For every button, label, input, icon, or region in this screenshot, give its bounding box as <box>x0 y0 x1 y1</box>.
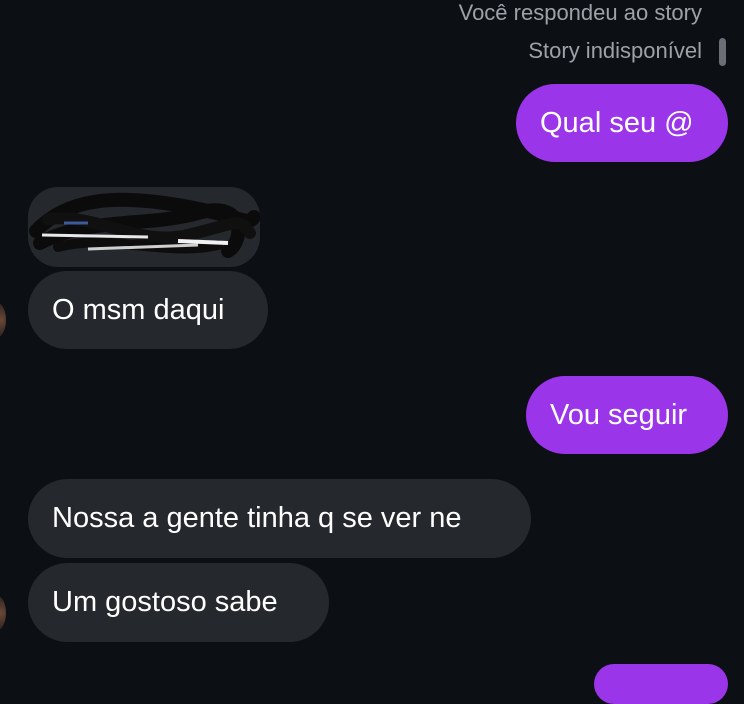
scrollbar-thumb[interactable] <box>719 38 726 66</box>
message-text: Vou seguir <box>550 398 688 431</box>
message-text: Qual seu @ <box>540 106 694 139</box>
message-bubble-received[interactable]: Nossa a gente tinha q se ver ne <box>28 479 531 558</box>
message-text: Um gostoso sabe <box>52 586 278 618</box>
message-bubble-sent[interactable]: Vou seguir <box>526 376 728 454</box>
message-text: Nossa a gente tinha q se ver ne <box>52 502 462 534</box>
contact-avatar[interactable] <box>0 302 6 338</box>
message-bubble-received[interactable]: O msm daqui <box>28 271 268 349</box>
story-reply-status: Você respondeu ao story <box>458 0 702 25</box>
message-bubble-received[interactable]: Um gostoso sabe <box>28 563 329 642</box>
redacted-message-bubble[interactable] <box>28 187 260 267</box>
story-unavailable-label[interactable]: Story indisponível <box>528 38 702 64</box>
contact-avatar[interactable] <box>0 595 6 631</box>
message-bubble-sent[interactable] <box>594 664 728 704</box>
message-bubble-sent[interactable]: Qual seu @ <box>516 84 728 162</box>
message-text: O msm daqui <box>52 293 225 326</box>
scribble-redaction-mark <box>29 192 260 258</box>
